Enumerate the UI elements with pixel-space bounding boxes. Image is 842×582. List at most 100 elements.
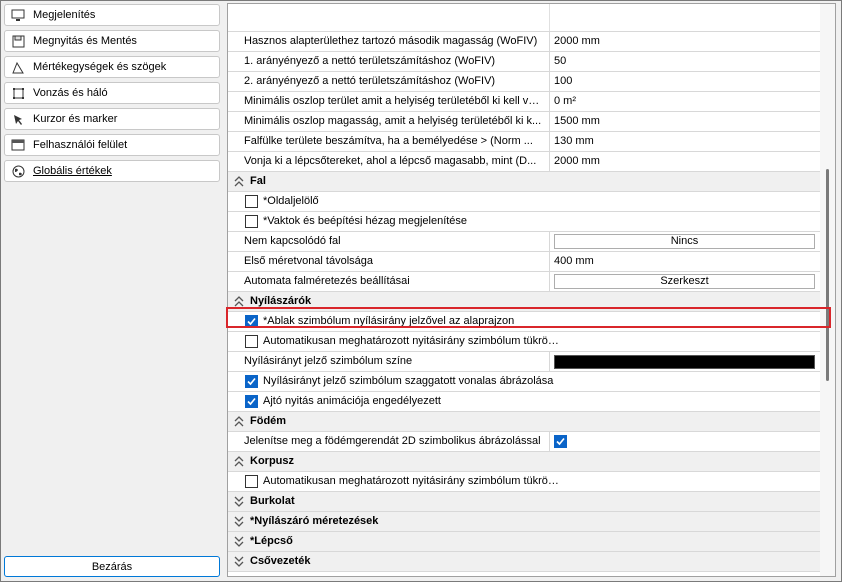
checkbox-label: Automatikusan meghatározott nyitásirány … — [263, 475, 563, 487]
checkbox-korpusz-automatikusan[interactable] — [245, 475, 258, 488]
category-title: Fal — [250, 175, 266, 187]
nav-item-label: Vonzás és háló — [33, 87, 108, 99]
checkbox-vaktok[interactable] — [245, 215, 258, 228]
checkbox-label: Nyílásirányt jelző szimbólum szaggatott … — [263, 375, 554, 387]
checkbox-label: *Vaktok és beépítési hézag megjelenítése — [263, 215, 468, 227]
checkbox-szaggatott[interactable] — [245, 375, 258, 388]
grid-header — [228, 4, 821, 32]
property-name: Hasznos alapterülethez tartozó második m… — [244, 35, 538, 47]
nem-kapcsolodo-dropdown[interactable]: Nincs — [554, 234, 815, 249]
property-value[interactable]: 2000 mm — [554, 32, 814, 51]
category-nav: Megjelenítés Megnyitás és Mentés Mértéke… — [4, 4, 220, 186]
category-title: Burkolat — [250, 495, 295, 507]
globe-icon — [11, 164, 25, 178]
nav-item-mertekegysegek[interactable]: Mértékegységek és szögek — [4, 56, 220, 78]
nav-item-label: Megjelenítés — [33, 9, 96, 21]
nav-item-megnyitas-es-mentes[interactable]: Megnyitás és Mentés — [4, 30, 220, 52]
highlight-box — [226, 307, 831, 328]
property-row[interactable]: Hasznos alapterülethez tartozó második m… — [228, 32, 821, 52]
property-name: Első méretvonal távolsága — [244, 255, 374, 267]
property-name: 1. arányényező a nettó területszámításho… — [244, 55, 496, 67]
angle-icon — [11, 60, 25, 74]
property-name: Minimális oszlop magasság, amit a helyis… — [244, 115, 542, 127]
floppy-icon — [11, 34, 25, 48]
color-swatch[interactable] — [554, 355, 815, 369]
category-fodem[interactable]: Födém — [228, 412, 821, 432]
chevron-up-icon[interactable] — [234, 176, 244, 187]
category-fal[interactable]: Fal — [228, 172, 821, 192]
property-name: 2. arányényező a nettó területszámításho… — [244, 75, 496, 87]
category-nyilaszaro-meretezesek[interactable]: *Nyílászáró méretezések — [228, 512, 821, 532]
category-title: *Nyílászáró méretezések — [250, 515, 379, 527]
property-name: Falfülke területe beszámítva, ha a bemél… — [244, 135, 533, 147]
scrollbar-thumb[interactable] — [826, 169, 829, 381]
property-value[interactable]: 1500 mm — [554, 112, 814, 131]
nav-item-megjelenites[interactable]: Megjelenítés — [4, 4, 220, 26]
property-value[interactable]: 50 — [554, 52, 814, 71]
category-title: Korpusz — [250, 455, 294, 467]
property-row[interactable]: Vonja ki a lépcsőtereket, ahol a lépcső … — [228, 152, 821, 172]
property-row[interactable]: 1. arányényező a nettó területszámításho… — [228, 52, 821, 72]
property-name: Minimális oszlop terület amit a helyiség… — [244, 95, 544, 107]
nav-item-vonzas-es-halo[interactable]: Vonzás és háló — [4, 82, 220, 104]
property-row[interactable]: Első méretvonal távolsága 400 mm — [228, 252, 821, 272]
chevron-down-icon[interactable] — [234, 496, 244, 507]
nav-item-label: Mértékegységek és szögek — [33, 61, 167, 73]
checkbox-row[interactable]: Automatikusan meghatározott nyitásirány … — [228, 472, 821, 492]
property-value[interactable]: 130 mm — [554, 132, 814, 151]
category-csovezetek[interactable]: Csővezeték — [228, 552, 821, 572]
checkbox-row[interactable]: Nyílásirányt jelző szimbólum szaggatott … — [228, 372, 821, 392]
property-row[interactable]: Nyílásirányt jelző szimbólum színe — [228, 352, 821, 372]
chevron-up-icon[interactable] — [234, 456, 244, 467]
grid-snap-icon — [11, 86, 25, 100]
checkbox-label: *Oldaljelölő — [263, 195, 319, 207]
property-value[interactable]: 2000 mm — [554, 152, 814, 171]
nav-item-label: Globális értékek — [33, 165, 112, 177]
property-value[interactable]: 400 mm — [554, 252, 814, 271]
property-name: Vonja ki a lépcsőtereket, ahol a lépcső … — [244, 155, 537, 167]
category-burkolat[interactable]: Burkolat — [228, 492, 821, 512]
vertical-scrollbar[interactable] — [820, 4, 835, 576]
property-row[interactable]: 2. arányényező a nettó területszámításho… — [228, 72, 821, 92]
nav-item-felhasznaloi-felulet[interactable]: Felhasználói felület — [4, 134, 220, 156]
chevron-up-icon[interactable] — [234, 296, 244, 307]
property-row[interactable]: Minimális oszlop magasság, amit a helyis… — [228, 112, 821, 132]
cursor-icon — [11, 112, 25, 126]
category-title: *Lépcső — [250, 535, 293, 547]
property-name: Automata falméretezés beállításai — [244, 275, 410, 287]
property-value[interactable]: 0 m² — [554, 92, 814, 111]
nav-item-kurzor-es-marker[interactable]: Kurzor és marker — [4, 108, 220, 130]
category-korpusz[interactable]: Korpusz — [228, 452, 821, 472]
property-row[interactable]: Nem kapcsolódó fal Nincs — [228, 232, 821, 252]
nav-item-label: Kurzor és marker — [33, 113, 118, 125]
close-button[interactable]: Bezárás — [4, 556, 220, 577]
szerkeszt-button[interactable]: Szerkeszt — [554, 274, 815, 289]
nav-item-label: Megnyitás és Mentés — [33, 35, 137, 47]
chevron-down-icon[interactable] — [234, 556, 244, 567]
property-name: Nem kapcsolódó fal — [244, 235, 341, 247]
chevron-down-icon[interactable] — [234, 516, 244, 527]
checkbox-row[interactable]: *Vaktok és beépítési hézag megjelenítése — [228, 212, 821, 232]
checkbox-label: Automatikusan meghatározott nyitásirány … — [263, 335, 563, 347]
checkbox-label: Ajtó nyitás animációja engedélyezett — [263, 395, 441, 407]
checkbox-ajto-animacio[interactable] — [245, 395, 258, 408]
property-value[interactable]: 100 — [554, 72, 814, 91]
property-row[interactable]: Falfülke területe beszámítva, ha a bemél… — [228, 132, 821, 152]
checkbox-fodemgerenda[interactable] — [554, 435, 567, 448]
checkbox-row[interactable]: *Oldaljelölő — [228, 192, 821, 212]
category-lepcso[interactable]: *Lépcső — [228, 532, 821, 552]
monitor-icon — [11, 8, 25, 22]
category-title: Csővezeték — [250, 555, 311, 567]
chevron-down-icon[interactable] — [234, 536, 244, 547]
chevron-up-icon[interactable] — [234, 416, 244, 427]
property-row[interactable]: Minimális oszlop terület amit a helyiség… — [228, 92, 821, 112]
checkbox-row[interactable]: Automatikusan meghatározott nyitásirány … — [228, 332, 821, 352]
checkbox-row[interactable]: Ajtó nyitás animációja engedélyezett — [228, 392, 821, 412]
checkbox-oldaljelolo[interactable] — [245, 195, 258, 208]
checkbox-automatikusan[interactable] — [245, 335, 258, 348]
nav-item-label: Felhasználói felület — [33, 139, 128, 151]
nav-item-globalis-ertekek[interactable]: Globális értékek — [4, 160, 220, 182]
property-name: Nyílásirányt jelző szimbólum színe — [244, 355, 413, 367]
property-row[interactable]: Automata falméretezés beállításai Szerkes… — [228, 272, 821, 292]
property-row[interactable]: Jelenítse meg a födémgerendát 2D szimbol… — [228, 432, 821, 452]
